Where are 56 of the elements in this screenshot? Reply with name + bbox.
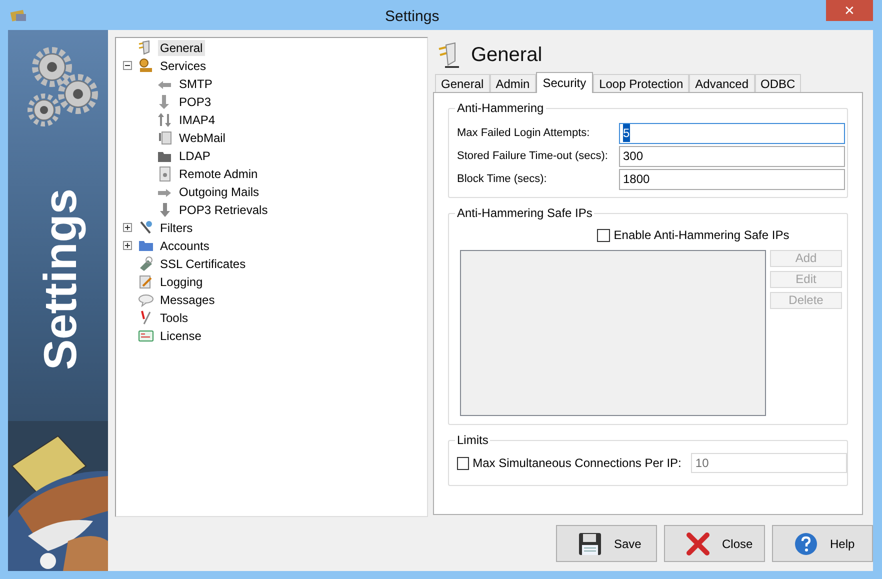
tree-item[interactable]: Outgoing Mails	[177, 184, 262, 200]
group-title: Anti-Hammering Safe IPs	[455, 206, 594, 220]
tree-item[interactable]: General	[158, 40, 205, 56]
field-label: Block Time (secs):	[457, 172, 548, 187]
close-button[interactable]: Close	[664, 525, 765, 562]
checkbox[interactable]	[596, 228, 610, 242]
close-button[interactable]: ✕	[826, 0, 873, 21]
save-button[interactable]: Save	[556, 525, 657, 562]
expand-icon[interactable]	[123, 223, 132, 232]
tree-item[interactable]: POP3	[177, 94, 214, 110]
tab[interactable]: Security	[536, 72, 594, 93]
tree-item[interactable]: License	[158, 328, 204, 344]
tab[interactable]: General	[435, 74, 490, 92]
speech-bubble-icon	[138, 292, 154, 308]
tab[interactable]: ODBC	[754, 74, 802, 92]
tree-item[interactable]: SMTP	[177, 76, 214, 92]
arrows-icon	[157, 112, 173, 128]
input-field[interactable]: 1800	[619, 168, 845, 190]
arrow-icon	[157, 202, 173, 218]
close-icon	[686, 532, 710, 556]
tree-item[interactable]: WebMail	[177, 130, 228, 146]
window-title: Settings	[385, 7, 440, 27]
tree-item[interactable]: Messages	[158, 292, 217, 308]
folder-icon	[138, 238, 154, 254]
tree-item[interactable]: Accounts	[158, 238, 212, 254]
app-icon	[10, 8, 27, 22]
checkbox-label: Max Simultaneous Connections Per IP:	[472, 455, 682, 472]
checkbox-label: Enable Anti-Hammering Safe IPs	[614, 227, 790, 244]
page-icon	[157, 130, 173, 146]
field-label: Stored Failure Time-out (secs):	[457, 148, 609, 164]
page-icon	[157, 166, 173, 182]
tree-item[interactable]: Tools	[158, 310, 190, 326]
input-field[interactable]: 5	[619, 122, 845, 144]
tree-item[interactable]: Logging	[158, 274, 205, 290]
help-icon	[794, 532, 818, 556]
pen-icon	[138, 274, 154, 290]
tree-item[interactable]: SSL Certificates	[158, 256, 248, 272]
help-button[interactable]: Help	[772, 525, 873, 562]
tree-item[interactable]: POP3 Retrievals	[177, 202, 270, 218]
input-field[interactable]: 300	[619, 146, 845, 166]
tree-item[interactable]: LDAP	[177, 148, 212, 164]
group-title: Limits	[455, 433, 490, 447]
tree-item[interactable]: Remote Admin	[177, 166, 260, 182]
banner-title: Settings	[34, 188, 86, 370]
collapse-icon[interactable]	[123, 61, 132, 70]
tab[interactable]: Admin	[490, 74, 536, 92]
tree-item[interactable]: Filters	[158, 220, 195, 236]
page-title: General	[471, 43, 542, 68]
field-label: Max Failed Login Attempts:	[457, 126, 591, 141]
group-title: Anti-Hammering	[455, 101, 546, 115]
tab[interactable]: Loop Protection	[593, 74, 690, 92]
expand-icon[interactable]	[123, 241, 132, 250]
tree-item[interactable]: Services	[158, 58, 208, 74]
tab[interactable]: Advanced	[689, 74, 755, 92]
tree-item[interactable]: IMAP4	[177, 112, 218, 128]
card-icon	[138, 328, 154, 344]
